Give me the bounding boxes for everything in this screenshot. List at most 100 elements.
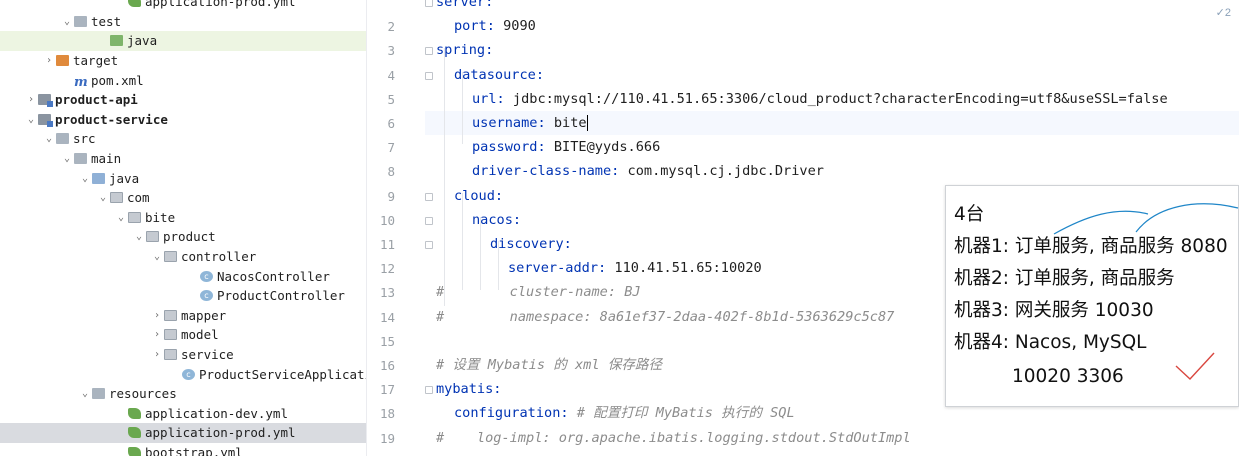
tree-item[interactable]: m pom.xml (0, 70, 366, 90)
tree-item[interactable]: › target (0, 51, 366, 71)
expand-arrow-icon[interactable]: ⌄ (132, 231, 146, 242)
expand-arrow-icon[interactable]: ⌄ (24, 114, 38, 125)
expand-arrow-icon[interactable]: ⌄ (78, 388, 92, 399)
tree-item[interactable]: ⌄ bite (0, 208, 366, 228)
line-number: 13 (379, 285, 395, 301)
yaml-value: 9090 (494, 18, 536, 35)
tree-item-label: pom.xml (91, 72, 144, 88)
tree-item-label: java (109, 170, 140, 186)
line-number: 16 (379, 358, 395, 373)
expand-arrow-icon[interactable]: › (150, 349, 164, 360)
yaml-key: username: (472, 115, 546, 131)
code-line[interactable]: server: (425, 0, 1239, 14)
resources-folder-icon (92, 388, 105, 400)
code-content: server-addr: 110.41.51.65:10020 (508, 256, 762, 280)
line-number: 17 (379, 382, 395, 398)
tree-item-label: ProductController (217, 288, 345, 304)
tree-item[interactable]: java (0, 31, 366, 51)
tree-item[interactable]: c NacosController (0, 266, 366, 286)
yml-file-icon (128, 447, 141, 456)
tree-item-label: com (127, 190, 150, 206)
indent-guide (462, 193, 463, 290)
tree-item-label: controller (181, 249, 257, 265)
tree-item[interactable]: › model (0, 325, 366, 345)
expand-arrow-icon[interactable]: › (42, 55, 56, 66)
project-tree[interactable]: application-prod.yml ⌄ test java › target m pom… (0, 0, 367, 456)
line-number: 5 (387, 91, 395, 107)
expand-arrow-icon[interactable]: ⌄ (114, 212, 128, 223)
tree-item[interactable]: application-prod.yml (0, 0, 366, 12)
line-number: 14 (379, 309, 395, 325)
line-number: 19 (379, 430, 395, 446)
tree-item-label: main (91, 151, 122, 167)
line-number: 12 (379, 261, 395, 277)
code-line[interactable]: # log-impl: org.apache.ibatis.logging.st… (425, 426, 1239, 450)
expand-arrow-icon[interactable]: › (150, 329, 164, 340)
line-number: 4 (387, 67, 395, 83)
code-line[interactable]: driver-class-name: com.mysql.cj.jdbc.Dri… (425, 159, 1239, 183)
tree-item[interactable]: ⌄ controller (0, 247, 366, 267)
maven-icon: m (74, 74, 88, 90)
tree-item[interactable]: c ProductServiceApplicatio (0, 364, 366, 384)
code-content: port: 9090 (454, 14, 536, 38)
code-comment: # log-impl: org.apache.ibatis.logging.st… (436, 429, 911, 446)
tree-item-label: bite (145, 209, 176, 225)
tree-item[interactable]: ⌄ src (0, 129, 366, 149)
tree-item[interactable]: bootstrap.yml (0, 443, 366, 456)
tree-item[interactable]: ⌄ main (0, 149, 366, 169)
yaml-key: server-addr: (508, 260, 607, 277)
tree-item[interactable]: ⌄ product (0, 227, 366, 247)
indent-guide (480, 217, 481, 290)
tree-item[interactable]: c ProductController (0, 286, 366, 306)
tree-item-label: product-service (55, 111, 168, 127)
code-line[interactable]: datasource: (425, 63, 1239, 87)
code-line[interactable]: spring: (425, 38, 1239, 62)
expand-arrow-icon[interactable]: ⌄ (78, 173, 92, 184)
yaml-value: bite (545, 115, 587, 131)
tree-item[interactable]: ⌄ java (0, 168, 366, 188)
line-number: 3 (387, 43, 395, 59)
tree-item[interactable]: ⌄ product-service (0, 110, 366, 130)
package-icon (164, 349, 177, 361)
tree-item-label: model (181, 327, 219, 343)
tree-item-label: product (163, 229, 216, 245)
code-content: configuration: # 配置打印 MyBatis 执行的 SQL (454, 401, 795, 425)
code-line[interactable]: username: bite (425, 111, 1239, 136)
package-icon (110, 192, 123, 204)
class-icon: c (182, 368, 195, 380)
tree-item[interactable]: ⌄ test (0, 12, 366, 32)
tree-item[interactable]: application-dev.yml (0, 404, 366, 424)
tree-item[interactable]: application-prod.yml (0, 423, 366, 443)
expand-arrow-icon[interactable]: ⌄ (60, 16, 74, 27)
yml-file-icon (128, 427, 141, 439)
expand-arrow-icon[interactable]: ⌄ (96, 192, 110, 203)
class-icon: c (200, 270, 213, 282)
module-icon (38, 94, 53, 108)
tree-item[interactable]: › service (0, 345, 366, 365)
expand-arrow-icon[interactable]: ⌄ (42, 133, 56, 144)
handwritten-marks (1053, 203, 1239, 380)
line-number: 7 (387, 140, 395, 156)
tree-item-label: src (73, 131, 96, 147)
code-content: url: jdbc:mysql://110.41.51.65:3306/clou… (472, 87, 1168, 111)
code-line[interactable]: url: jdbc:mysql://110.41.51.65:3306/clou… (425, 87, 1239, 111)
line-number: 2 (387, 19, 395, 35)
tree-item-label: java (127, 33, 158, 49)
tree-item[interactable]: ⌄ com (0, 188, 366, 208)
tree-item[interactable]: ⌄ resources (0, 384, 366, 404)
tree-item-label: application-prod.yml (145, 425, 296, 441)
tree-item[interactable]: › mapper (0, 306, 366, 326)
code-line[interactable]: password: BITE@yyds.666 (425, 135, 1239, 159)
code-line[interactable]: port: 9090 (425, 14, 1239, 38)
yaml-key: mybatis: (436, 381, 502, 398)
expand-arrow-icon[interactable]: ⌄ (150, 251, 164, 262)
tree-item[interactable]: › product-api (0, 90, 366, 110)
package-icon (146, 231, 159, 243)
tree-item-label: test (91, 13, 122, 29)
expand-arrow-icon[interactable]: › (24, 94, 38, 105)
module-icon (38, 113, 53, 127)
code-content: username: bite (472, 111, 588, 135)
line-number: 9 (387, 188, 395, 204)
expand-arrow-icon[interactable]: › (150, 310, 164, 321)
expand-arrow-icon[interactable]: ⌄ (60, 153, 74, 164)
